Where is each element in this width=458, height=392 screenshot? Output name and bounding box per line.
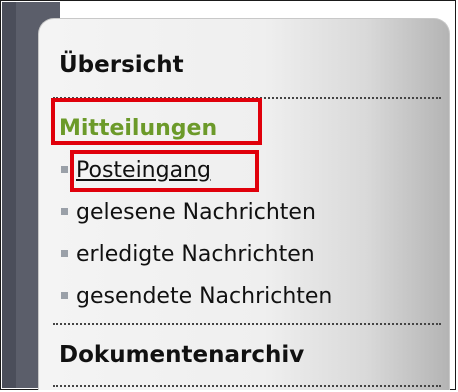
bullet-icon: [61, 291, 68, 299]
section-title-dokumentenarchiv[interactable]: Dokumentenarchiv: [59, 341, 304, 369]
bullet-icon: [61, 249, 68, 257]
bullet-icon: [61, 207, 68, 215]
section-title-overview[interactable]: Übersicht: [59, 51, 184, 79]
sidebar-item-gelesene-nachrichten[interactable]: gelesene Nachrichten: [61, 199, 316, 227]
sidebar-item-label: gelesene Nachrichten: [76, 200, 316, 225]
sidebar-item-label: erledigte Nachrichten: [76, 242, 315, 267]
divider: [53, 323, 441, 325]
highlight-box-posteingang: [70, 150, 259, 192]
bullet-icon: [61, 165, 68, 173]
sidebar-item-gesendete-nachrichten[interactable]: gesendete Nachrichten: [61, 283, 332, 311]
sidebar-navigation-box: Übersicht Mitteilungen Posteingang geles…: [38, 18, 450, 390]
sidebar-item-erledigte-nachrichten[interactable]: erledigte Nachrichten: [61, 241, 315, 269]
highlight-box-mitteilungen: [51, 98, 262, 145]
divider: [53, 385, 441, 387]
sidebar-item-label: gesendete Nachrichten: [76, 284, 333, 309]
